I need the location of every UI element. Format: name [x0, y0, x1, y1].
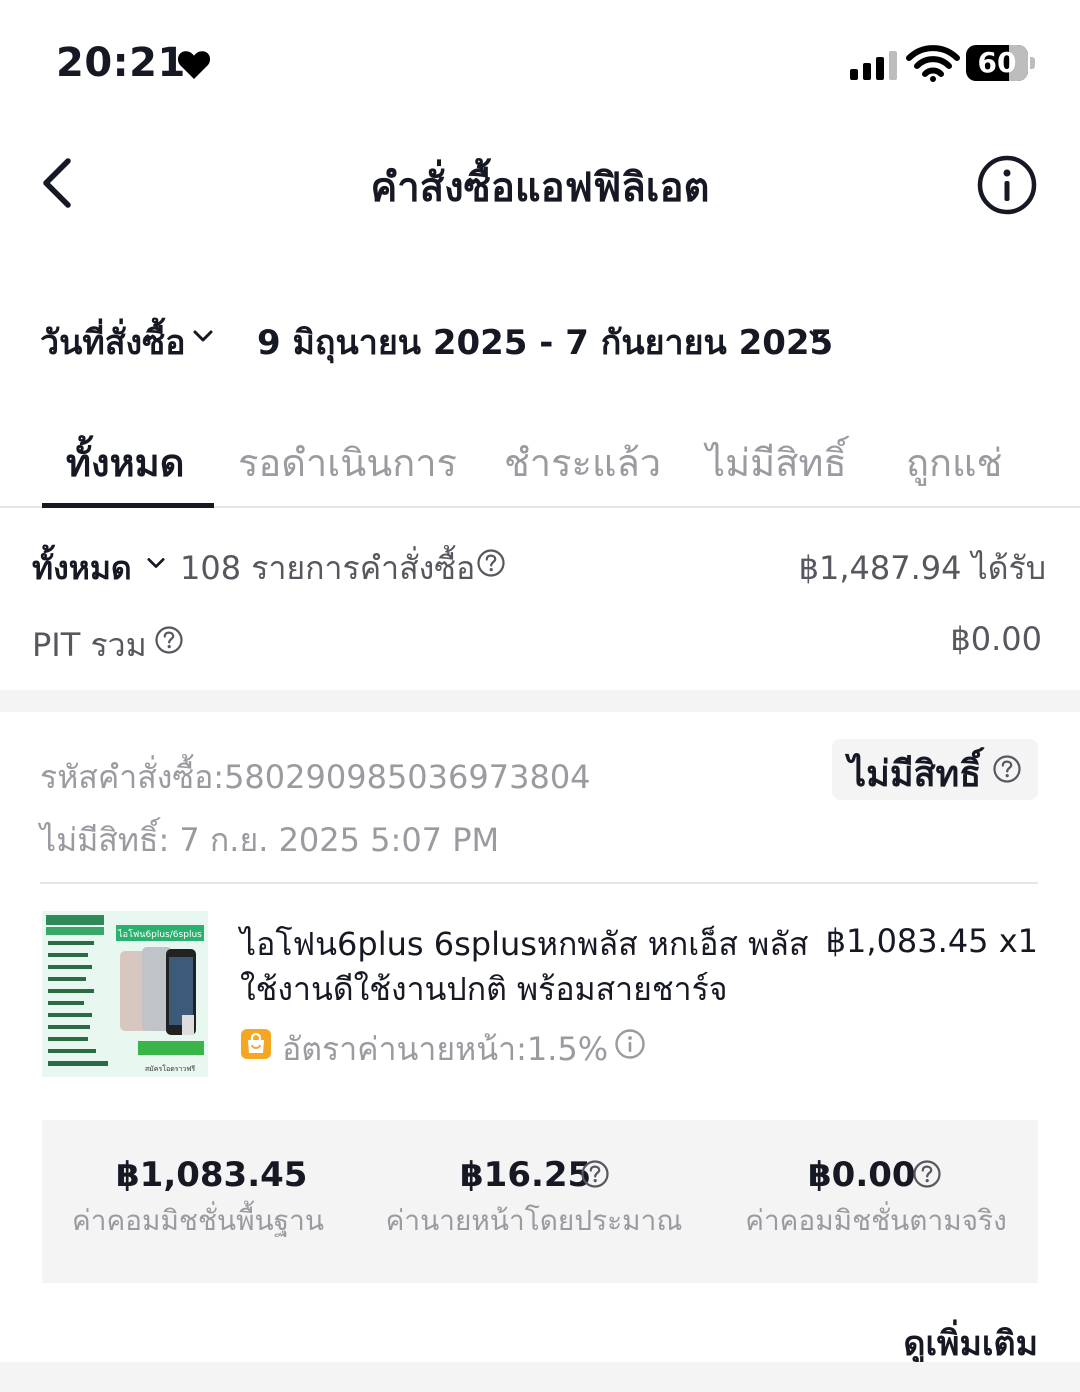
estimated-commission-value: ฿16.25	[460, 1155, 592, 1195]
date-range-dropdown[interactable]: 9 มิถุนายน 2025 - 7 กันยายน 2025	[257, 315, 833, 369]
pit-total-label: PIT รวม	[32, 626, 147, 664]
tab-pending[interactable]: รอดำเนินการ	[238, 432, 457, 493]
help-icon[interactable]	[476, 548, 506, 578]
chevron-down-icon[interactable]	[808, 326, 830, 346]
pit-total-value: ฿0.00	[950, 620, 1042, 658]
product-image[interactable]: ไอโฟน6plus/6splus สมัครโอดราวฟรี	[42, 911, 208, 1077]
chevron-down-icon[interactable]	[146, 554, 166, 572]
tab-ineligible[interactable]: ไม่มีสิทธิ์	[706, 432, 847, 493]
base-commission-label: ค่าคอมมิชชั่นพื้นฐาน	[72, 1204, 324, 1237]
total-earned: ฿1,487.94 ได้รับ	[798, 549, 1046, 587]
order-id: รหัสคำสั่งซื้อ:580290985036973804	[40, 758, 591, 796]
product-name[interactable]: ไอโฟน6plus 6splusหกพลัส หกเอ็ส พลัส ใช้ง…	[240, 922, 810, 1012]
status-time: 20:21	[56, 40, 186, 86]
chevron-down-icon[interactable]	[192, 326, 214, 346]
status-badge-label: ไม่มีสิทธิ์	[848, 754, 982, 795]
tab-frozen[interactable]: ถูกแช่	[906, 432, 1002, 493]
page-title: คำสั่งซื้อแอฟฟิลิเอต	[370, 165, 710, 211]
product-price: ฿1,083.45 x1	[825, 922, 1038, 960]
ineligible-date: ไม่มีสิทธิ์: 7 ก.ย. 2025 5:07 PM	[40, 821, 500, 859]
battery-tip	[1030, 57, 1035, 69]
order-count: 108 รายการคำสั่งซื้อ	[180, 549, 476, 587]
active-tab-indicator	[42, 503, 214, 508]
shop-bag-icon	[241, 1029, 271, 1059]
help-icon[interactable]	[992, 754, 1022, 784]
actual-commission-value: ฿0.00	[808, 1155, 916, 1195]
back-icon[interactable]	[36, 155, 86, 211]
actual-commission-label: ค่าคอมมิชชั่นตามจริง	[745, 1204, 1007, 1237]
battery-icon: 60	[966, 45, 1028, 81]
date-type-dropdown[interactable]: วันที่สั่งซื้อ	[40, 315, 186, 369]
help-icon[interactable]	[912, 1159, 942, 1189]
svg-text:ไอโฟน6plus/6splus: ไอโฟน6plus/6splus	[117, 929, 202, 940]
card-divider	[40, 882, 1038, 884]
signal-icon	[850, 50, 897, 80]
commission-rate: อัตราค่านายหน้า:1.5%	[282, 1030, 609, 1068]
help-icon[interactable]	[154, 625, 184, 655]
tab-all[interactable]: ทั้งหมด	[66, 432, 184, 493]
section-divider	[0, 1362, 1080, 1392]
tab-paid[interactable]: ชำระแล้ว	[504, 432, 661, 493]
wifi-icon	[906, 45, 960, 82]
estimated-commission-label: ค่านายหน้าโดยประมาณ	[385, 1204, 683, 1237]
heart-icon	[177, 51, 211, 79]
section-divider	[0, 690, 1080, 712]
status-filter-dropdown[interactable]: ทั้งหมด	[32, 543, 132, 594]
base-commission-value: ฿1,083.45	[116, 1155, 308, 1195]
info-icon[interactable]	[975, 153, 1039, 217]
info-icon[interactable]	[614, 1028, 646, 1060]
svg-text:สมัครโอดราวฟรี: สมัครโอดราวฟรี	[145, 1064, 195, 1073]
help-icon[interactable]	[580, 1159, 610, 1189]
